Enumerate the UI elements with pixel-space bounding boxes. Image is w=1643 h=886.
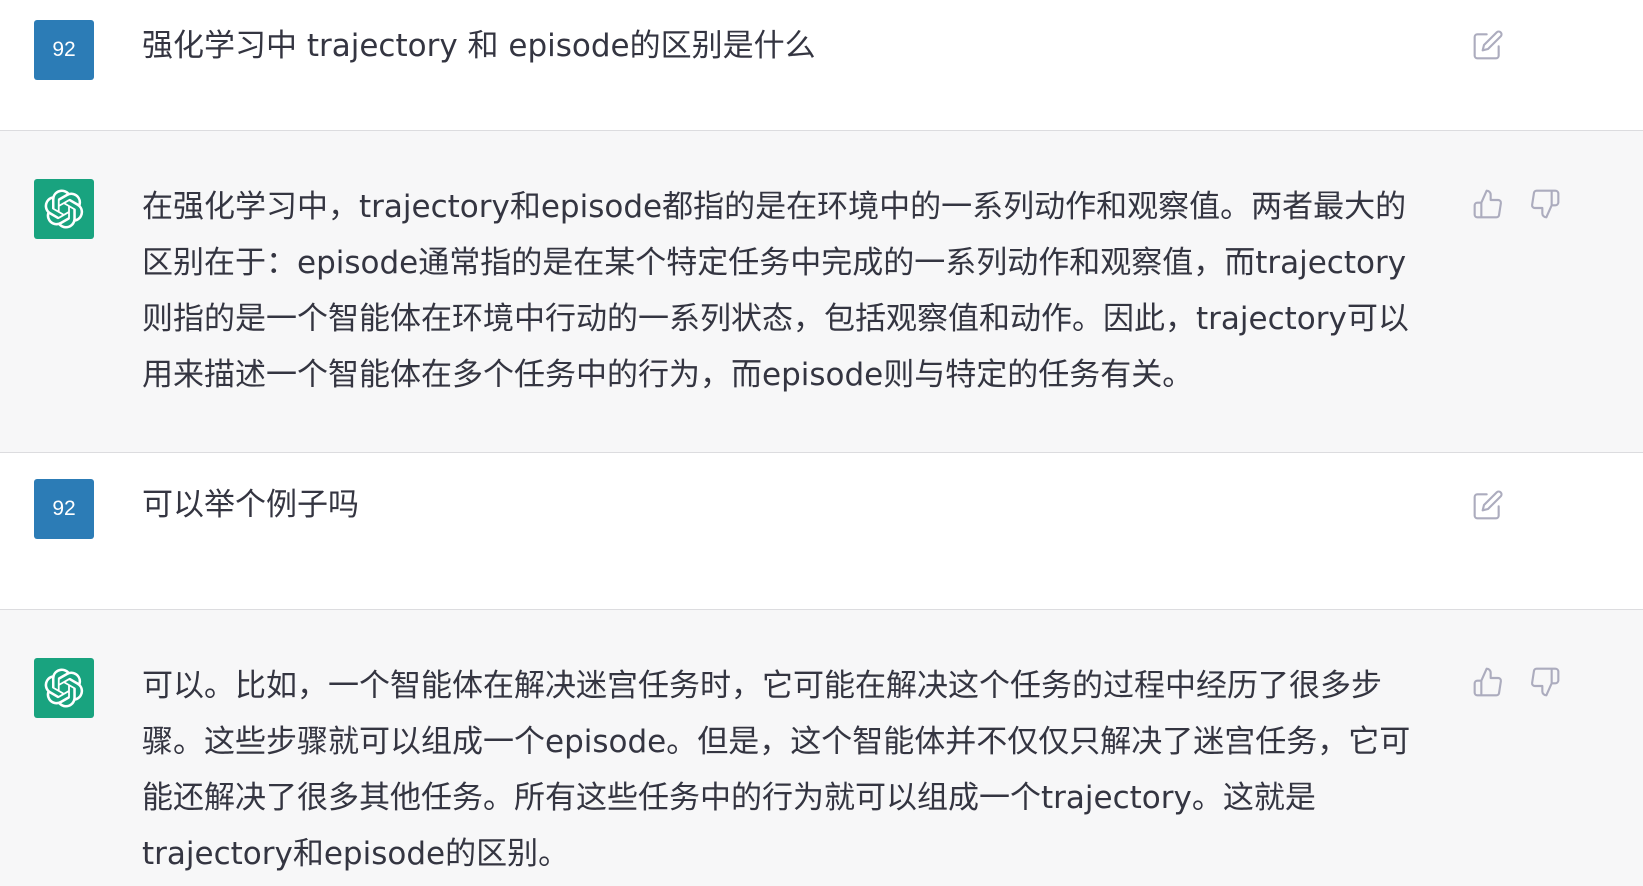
user-avatar-text: 92 [52,497,76,520]
edit-button[interactable] [1470,27,1506,63]
assistant-avatar [34,179,94,239]
conversation-thread: 92 强化学习中 trajectory 和 episode的区别是什么 在强化学… [0,0,1643,886]
assistant-message: 可以。比如，一个智能体在解决迷宫任务时，它可能在解决这个任务的过程中经历了很多步… [0,610,1643,886]
user-avatar-text: 92 [52,38,76,61]
assistant-message-text: 可以。比如，一个智能体在解决迷宫任务时，它可能在解决这个任务的过程中经历了很多步… [142,668,1411,872]
thumbs-down-button[interactable] [1527,186,1563,222]
thumbs-up-button[interactable] [1470,186,1506,222]
thumbs-down-button[interactable] [1527,664,1563,700]
thumbs-up-icon [1473,667,1502,697]
assistant-message-text: 在强化学习中，trajectory和episode都指的是在环境中的一系列动作和… [142,189,1409,393]
user-message-text: 强化学习中 trajectory 和 episode的区别是什么 [142,28,816,64]
assistant-message: 在强化学习中，trajectory和episode都指的是在环境中的一系列动作和… [0,131,1643,453]
user-avatar: 92 [34,479,94,539]
openai-logo-icon [44,189,84,229]
user-message: 92 可以举个例子吗 [0,453,1643,610]
thumbs-up-button[interactable] [1470,664,1506,700]
edit-icon [1473,30,1503,60]
openai-logo-icon [44,668,84,708]
user-message: 92 强化学习中 trajectory 和 episode的区别是什么 [0,0,1643,131]
user-avatar: 92 [34,20,94,80]
edit-icon [1473,490,1503,520]
thumbs-down-icon [1531,667,1560,697]
user-message-text: 可以举个例子吗 [142,487,359,523]
thumbs-up-icon [1473,189,1502,219]
edit-button[interactable] [1470,487,1506,523]
thumbs-down-icon [1531,189,1560,219]
assistant-avatar [34,658,94,718]
